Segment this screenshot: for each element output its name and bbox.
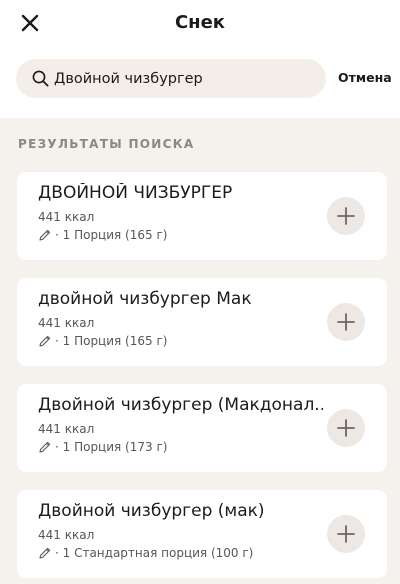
search-results-heading: РЕЗУЛЬТАТЫ ПОИСКА	[18, 137, 195, 151]
pencil-icon	[39, 547, 51, 559]
result-item-portion: · 1 Порция (173 г)	[38, 440, 167, 454]
pencil-icon	[39, 335, 51, 347]
search-icon	[32, 70, 49, 87]
page-title: Снек	[174, 12, 226, 33]
result-item-kcal: 441 ккал	[38, 528, 95, 542]
plus-icon	[337, 313, 355, 331]
result-item[interactable]: Двойной чизбургер (мак) 441 ккал · 1 Ста…	[17, 490, 387, 578]
result-item-portion: · 1 Стандартная порция (100 г)	[38, 546, 253, 560]
add-button[interactable]	[327, 303, 365, 341]
result-item-portion: · 1 Порция (165 г)	[38, 334, 167, 348]
plus-icon	[337, 525, 355, 543]
result-item-portion-text: · 1 Порция (173 г)	[55, 440, 168, 454]
plus-icon	[337, 207, 355, 225]
result-item[interactable]: двойной чизбургер Мак 441 ккал · 1 Порци…	[17, 278, 387, 366]
add-button[interactable]	[327, 409, 365, 447]
result-item-kcal: 441 ккал	[38, 316, 95, 330]
result-item-portion-text: · 1 Порция (165 г)	[55, 228, 168, 242]
add-button[interactable]	[327, 515, 365, 553]
search-input-value: Двойной чизбургер	[54, 70, 203, 87]
result-item-portion-text: · 1 Порция (165 г)	[55, 334, 168, 348]
result-item-portion: · 1 Порция (165 г)	[38, 228, 167, 242]
pencil-icon	[39, 441, 51, 453]
top-bar: Снек Двойной чизбургер Отмена	[0, 0, 400, 118]
search-input[interactable]: Двойной чизбургер	[16, 59, 326, 98]
result-item-kcal: 441 ккал	[38, 210, 95, 224]
result-item-name: Двойной чизбургер (мак)	[38, 501, 265, 521]
result-item-name: Двойной чизбургер (Макдонал...	[38, 395, 323, 415]
add-button[interactable]	[327, 197, 365, 235]
result-item[interactable]: Двойной чизбургер (Макдонал... 441 ккал …	[17, 384, 387, 472]
result-item-name: двойной чизбургер Мак	[38, 289, 252, 309]
pencil-icon	[39, 229, 51, 241]
result-item-portion-text: · 1 Стандартная порция (100 г)	[55, 546, 254, 560]
result-item-name: ДВОЙНОЙ ЧИЗБУРГЕР	[38, 183, 233, 203]
result-item-kcal: 441 ккал	[38, 422, 95, 436]
plus-icon	[337, 419, 355, 437]
cancel-button[interactable]: Отмена	[338, 70, 392, 85]
result-item[interactable]: ДВОЙНОЙ ЧИЗБУРГЕР 441 ккал · 1 Порция (1…	[17, 172, 387, 260]
